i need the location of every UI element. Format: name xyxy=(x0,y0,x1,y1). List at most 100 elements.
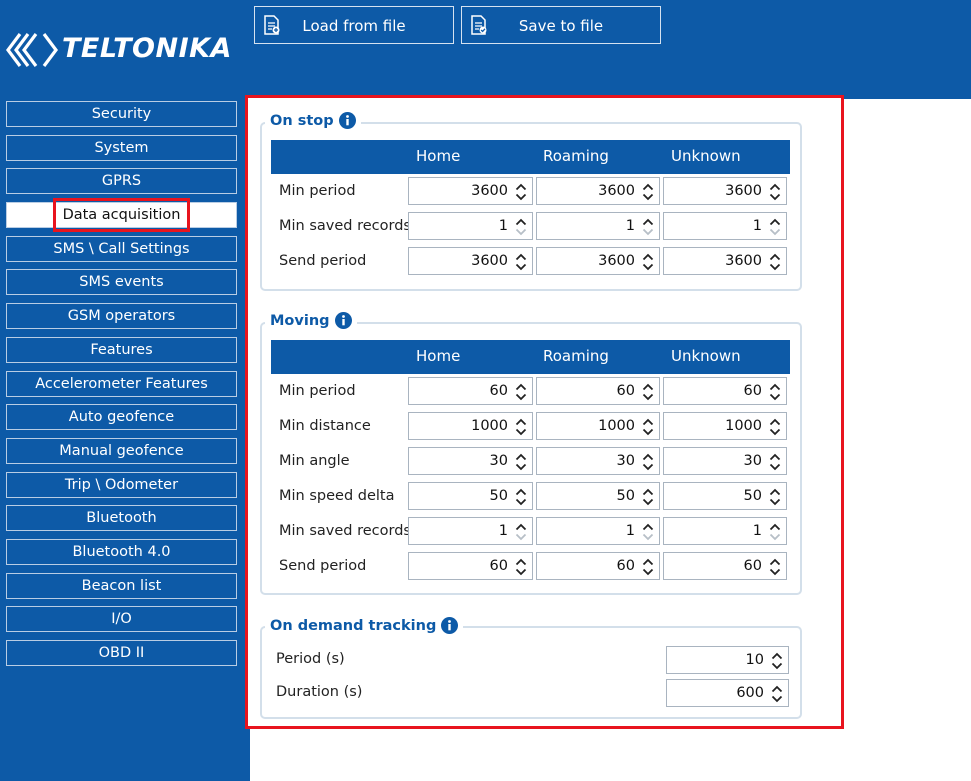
numeric-stepper[interactable]: 30 xyxy=(663,447,787,475)
stepper-arrows-icon[interactable] xyxy=(515,488,527,506)
stepper-value: 3600 xyxy=(471,253,508,269)
sidebar-item-obd-ii[interactable]: OBD II xyxy=(6,640,237,666)
stepper-arrows-icon[interactable] xyxy=(515,558,527,576)
numeric-stepper[interactable]: 3600 xyxy=(536,247,660,275)
stepper-arrows-icon[interactable] xyxy=(642,253,654,271)
stepper-arrows-icon[interactable] xyxy=(515,453,527,471)
stepper-arrows-icon[interactable] xyxy=(515,523,527,541)
sidebar-item-bluetooth[interactable]: Bluetooth xyxy=(6,505,237,531)
numeric-stepper[interactable]: 50 xyxy=(408,482,533,510)
sidebar-item-bluetooth-4[interactable]: Bluetooth 4.0 xyxy=(6,539,237,565)
stepper-arrows-icon[interactable] xyxy=(515,253,527,271)
sidebar-item-auto-geofence[interactable]: Auto geofence xyxy=(6,404,237,430)
numeric-stepper[interactable]: 1 xyxy=(536,517,660,545)
stepper-arrows-icon[interactable] xyxy=(642,488,654,506)
stepper-arrows-icon[interactable] xyxy=(515,218,527,236)
numeric-stepper[interactable]: 50 xyxy=(536,482,660,510)
numeric-stepper[interactable]: 1000 xyxy=(536,412,660,440)
load-from-file-button[interactable]: Load from file xyxy=(254,6,454,44)
stepper-arrows-icon[interactable] xyxy=(769,488,781,506)
stepper-arrows-icon[interactable] xyxy=(769,183,781,201)
stepper-value: 600 xyxy=(736,685,764,701)
stepper-arrows-icon[interactable] xyxy=(769,418,781,436)
row-label: Min angle xyxy=(279,453,350,469)
numeric-stepper[interactable]: 60 xyxy=(408,552,533,580)
sidebar-item-features[interactable]: Features xyxy=(6,337,237,363)
stepper-value: 60 xyxy=(743,383,762,399)
moving-title: Moving xyxy=(265,312,357,329)
stepper-arrows-icon[interactable] xyxy=(769,558,781,576)
sidebar-item-manual-geofence[interactable]: Manual geofence xyxy=(6,438,237,464)
stepper-arrows-icon[interactable] xyxy=(515,418,527,436)
numeric-stepper[interactable]: 3600 xyxy=(663,177,787,205)
numeric-stepper[interactable]: 3600 xyxy=(536,177,660,205)
stepper-arrows-icon[interactable] xyxy=(515,383,527,401)
stepper-arrows-icon[interactable] xyxy=(642,218,654,236)
numeric-stepper[interactable]: 1000 xyxy=(408,412,533,440)
stepper-value: 1000 xyxy=(598,418,635,434)
numeric-stepper[interactable]: 50 xyxy=(663,482,787,510)
sidebar-item-sms-events[interactable]: SMS events xyxy=(6,269,237,295)
numeric-stepper[interactable]: 60 xyxy=(663,552,787,580)
stepper-value: 3600 xyxy=(725,183,762,199)
sidebar-item-sms-call-settings[interactable]: SMS \ Call Settings xyxy=(6,236,237,262)
numeric-stepper[interactable]: 1000 xyxy=(663,412,787,440)
stepper-value: 1 xyxy=(625,523,635,539)
numeric-stepper[interactable]: 1 xyxy=(663,212,787,240)
numeric-stepper[interactable]: 1 xyxy=(408,212,533,240)
stepper-arrows-icon[interactable] xyxy=(771,685,783,703)
sidebar-item-system[interactable]: System xyxy=(6,135,237,161)
info-icon[interactable] xyxy=(441,617,459,634)
on-stop-title: On stop xyxy=(265,112,361,129)
numeric-stepper[interactable]: 3600 xyxy=(408,247,533,275)
row-label: Send period xyxy=(279,558,367,574)
stepper-arrows-icon[interactable] xyxy=(769,253,781,271)
stepper-arrows-icon[interactable] xyxy=(771,652,783,670)
stepper-value: 1000 xyxy=(725,418,762,434)
save-to-file-button[interactable]: Save to file xyxy=(461,6,661,44)
numeric-stepper[interactable]: 1 xyxy=(663,517,787,545)
info-icon[interactable] xyxy=(334,312,352,329)
numeric-stepper[interactable]: 30 xyxy=(408,447,533,475)
stepper-value: 60 xyxy=(743,558,762,574)
numeric-stepper[interactable]: 30 xyxy=(536,447,660,475)
stepper-arrows-icon[interactable] xyxy=(515,183,527,201)
sidebar-item-beacon-list[interactable]: Beacon list xyxy=(6,573,237,599)
save-button-label: Save to file xyxy=(518,17,604,35)
stepper-arrows-icon[interactable] xyxy=(769,383,781,401)
period-stepper[interactable]: 10 xyxy=(666,646,789,674)
stepper-value: 1 xyxy=(752,523,762,539)
stepper-value: 1 xyxy=(752,218,762,234)
stepper-arrows-icon[interactable] xyxy=(642,453,654,471)
sidebar-item-io[interactable]: I/O xyxy=(6,606,237,632)
info-icon[interactable] xyxy=(338,112,356,129)
duration-stepper[interactable]: 600 xyxy=(666,679,789,707)
numeric-stepper[interactable]: 60 xyxy=(536,552,660,580)
stepper-arrows-icon[interactable] xyxy=(769,523,781,541)
stepper-arrows-icon[interactable] xyxy=(642,558,654,576)
stepper-value: 3600 xyxy=(471,183,508,199)
stepper-arrows-icon[interactable] xyxy=(642,523,654,541)
column-header-blank xyxy=(271,340,407,374)
stepper-arrows-icon[interactable] xyxy=(642,383,654,401)
sidebar-item-trip-odometer[interactable]: Trip \ Odometer xyxy=(6,472,237,498)
numeric-stepper[interactable]: 60 xyxy=(663,377,787,405)
numeric-stepper[interactable]: 3600 xyxy=(663,247,787,275)
stepper-arrows-icon[interactable] xyxy=(642,183,654,201)
column-header-home: Home xyxy=(407,140,534,174)
numeric-stepper[interactable]: 1 xyxy=(536,212,660,240)
sidebar-item-gsm-operators[interactable]: GSM operators xyxy=(6,303,237,329)
numeric-stepper[interactable]: 3600 xyxy=(408,177,533,205)
sidebar-item-security[interactable]: Security xyxy=(6,101,237,127)
sidebar-item-gprs[interactable]: GPRS xyxy=(6,168,237,194)
stepper-arrows-icon[interactable] xyxy=(769,453,781,471)
stepper-arrows-icon[interactable] xyxy=(769,218,781,236)
numeric-stepper[interactable]: 60 xyxy=(408,377,533,405)
sidebar-item-accelerometer-features[interactable]: Accelerometer Features xyxy=(6,371,237,397)
stepper-value: 1 xyxy=(625,218,635,234)
on-stop-title-text: On stop xyxy=(270,112,334,129)
row-label: Min saved records xyxy=(279,218,411,234)
numeric-stepper[interactable]: 60 xyxy=(536,377,660,405)
stepper-arrows-icon[interactable] xyxy=(642,418,654,436)
numeric-stepper[interactable]: 1 xyxy=(408,517,533,545)
